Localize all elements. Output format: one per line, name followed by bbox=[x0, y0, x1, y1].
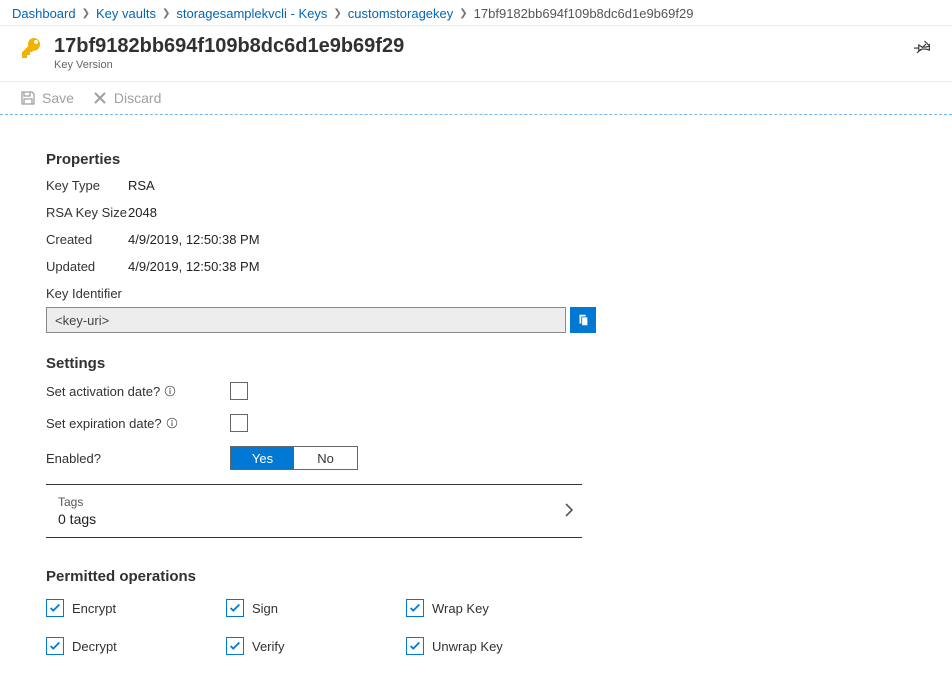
chevron-right-icon: ❯ bbox=[457, 8, 469, 19]
key-identifier-input[interactable] bbox=[46, 307, 566, 333]
page-subtitle: Key Version bbox=[54, 59, 404, 71]
op-label: Verify bbox=[252, 639, 285, 654]
checkbox-checked-icon bbox=[46, 637, 64, 655]
checkbox-checked-icon bbox=[226, 599, 244, 617]
chevron-right-icon: ❯ bbox=[80, 8, 92, 19]
op-verify[interactable]: Verify bbox=[226, 637, 406, 655]
breadcrumb-link[interactable]: customstoragekey bbox=[348, 6, 454, 21]
op-decrypt[interactable]: Decrypt bbox=[46, 637, 226, 655]
property-row: RSA Key Size 2048 bbox=[46, 205, 906, 220]
pin-icon bbox=[914, 38, 932, 56]
checkbox-checked-icon bbox=[406, 599, 424, 617]
settings-heading: Settings bbox=[46, 355, 906, 372]
enabled-toggle[interactable]: Yes No bbox=[230, 446, 358, 470]
discard-icon bbox=[92, 90, 108, 106]
copy-button[interactable] bbox=[570, 307, 596, 333]
key-identifier-label: Key Identifier bbox=[46, 286, 906, 301]
op-wrap-key[interactable]: Wrap Key bbox=[406, 599, 586, 617]
property-row: Created 4/9/2019, 12:50:38 PM bbox=[46, 232, 906, 247]
checkbox-checked-icon bbox=[46, 599, 64, 617]
property-label: Created bbox=[46, 232, 128, 247]
save-label: Save bbox=[42, 90, 74, 106]
permitted-operations-grid: Encrypt Sign Wrap Key Decrypt Verify Unw… bbox=[46, 599, 906, 655]
enabled-row: Enabled? Yes No bbox=[46, 446, 906, 470]
expiration-date-label: Set expiration date? bbox=[46, 416, 162, 431]
page-header: 17bf9182bb694f109b8dc6d1e9b69f29 Key Ver… bbox=[0, 26, 952, 82]
property-label: RSA Key Size bbox=[46, 205, 128, 220]
checkbox-checked-icon bbox=[406, 637, 424, 655]
op-label: Sign bbox=[252, 601, 278, 616]
expiration-date-row: Set expiration date? bbox=[46, 414, 906, 432]
expiration-date-checkbox[interactable] bbox=[230, 414, 248, 432]
breadcrumb-link[interactable]: Dashboard bbox=[12, 6, 76, 21]
op-label: Wrap Key bbox=[432, 601, 489, 616]
op-sign[interactable]: Sign bbox=[226, 599, 406, 617]
checkbox-checked-icon bbox=[226, 637, 244, 655]
discard-button[interactable]: Discard bbox=[92, 90, 161, 106]
activation-date-label: Set activation date? bbox=[46, 384, 160, 399]
info-icon bbox=[166, 417, 178, 429]
pin-button[interactable] bbox=[910, 34, 936, 63]
breadcrumb-current: 17bf9182bb694f109b8dc6d1e9b69f29 bbox=[474, 6, 694, 21]
breadcrumb-link[interactable]: storagesamplekvcli - Keys bbox=[176, 6, 327, 21]
save-icon bbox=[20, 90, 36, 106]
property-value: 2048 bbox=[128, 205, 157, 220]
enabled-label: Enabled? bbox=[46, 451, 101, 466]
chevron-right-icon: ❯ bbox=[160, 8, 172, 19]
tags-label: Tags bbox=[58, 495, 96, 509]
property-value: 4/9/2019, 12:50:38 PM bbox=[128, 259, 260, 274]
save-button[interactable]: Save bbox=[20, 90, 74, 106]
property-row: Updated 4/9/2019, 12:50:38 PM bbox=[46, 259, 906, 274]
op-label: Encrypt bbox=[72, 601, 116, 616]
enabled-no-option[interactable]: No bbox=[294, 447, 357, 469]
property-value: 4/9/2019, 12:50:38 PM bbox=[128, 232, 260, 247]
chevron-right-icon bbox=[564, 502, 574, 521]
activation-date-checkbox[interactable] bbox=[230, 382, 248, 400]
toolbar: Save Discard bbox=[0, 82, 952, 115]
property-label: Updated bbox=[46, 259, 128, 274]
properties-heading: Properties bbox=[46, 151, 906, 168]
breadcrumb-link[interactable]: Key vaults bbox=[96, 6, 156, 21]
discard-label: Discard bbox=[114, 90, 161, 106]
property-row: Key Type RSA bbox=[46, 178, 906, 193]
op-unwrap-key[interactable]: Unwrap Key bbox=[406, 637, 586, 655]
op-label: Unwrap Key bbox=[432, 639, 503, 654]
op-label: Decrypt bbox=[72, 639, 117, 654]
property-value: RSA bbox=[128, 178, 155, 193]
activation-date-row: Set activation date? bbox=[46, 382, 906, 400]
property-label: Key Type bbox=[46, 178, 128, 193]
key-icon bbox=[20, 36, 44, 60]
enabled-yes-option[interactable]: Yes bbox=[231, 447, 294, 469]
permitted-heading: Permitted operations bbox=[46, 568, 906, 585]
chevron-right-icon: ❯ bbox=[331, 8, 343, 19]
breadcrumb: Dashboard ❯ Key vaults ❯ storagesamplekv… bbox=[0, 0, 952, 26]
info-icon bbox=[164, 385, 176, 397]
page-title: 17bf9182bb694f109b8dc6d1e9b69f29 bbox=[54, 34, 404, 58]
copy-icon bbox=[576, 313, 590, 327]
content: Properties Key Type RSA RSA Key Size 204… bbox=[0, 115, 952, 691]
op-encrypt[interactable]: Encrypt bbox=[46, 599, 226, 617]
tags-row[interactable]: Tags 0 tags bbox=[46, 484, 582, 538]
tags-value: 0 tags bbox=[58, 511, 96, 527]
